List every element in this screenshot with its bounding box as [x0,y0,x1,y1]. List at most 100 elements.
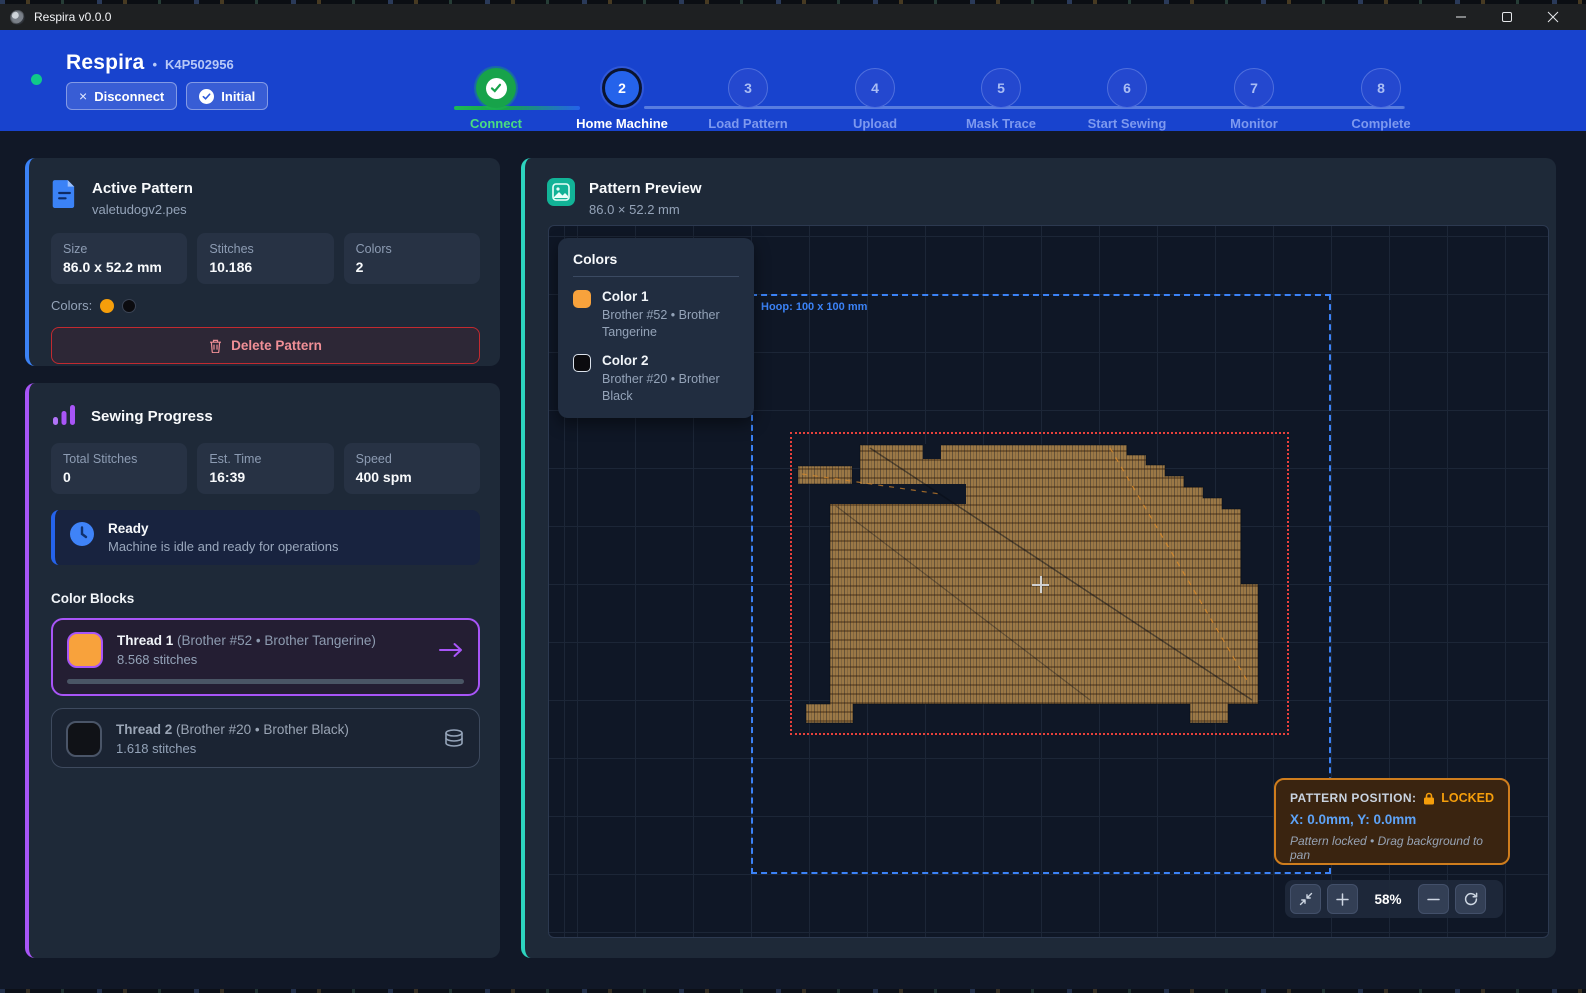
step-label: Start Sewing [1072,116,1182,131]
colors-label: Colors: [51,298,92,313]
step-circle: 5 [981,68,1021,108]
legend-entry-color-2: Color 2 Brother #20 • Brother Black [573,353,739,405]
step-load-pattern[interactable]: 3 Load Pattern [693,68,803,131]
trash-icon [209,339,222,353]
step-label: Monitor [1199,116,1309,131]
pattern-stats: Size 86.0 x 52.2 mm Stitches 10.186 Colo… [29,233,500,284]
stat-value: 86.0 x 52.2 mm [63,259,175,275]
card-title: Pattern Preview [589,178,702,197]
step-home-machine[interactable]: 2 Home Machine [567,68,677,131]
step-circle-done [476,68,516,108]
preview-canvas[interactable]: Hoop: 100 x 100 mm [548,225,1549,938]
legend-entry-color-1: Color 1 Brother #52 • Brother Tangerine [573,289,739,341]
stat-label: Size [63,242,175,256]
step-circle-active: 2 [602,68,642,108]
step-label: Connect [441,116,551,131]
window-title: Respira v0.0.0 [34,10,111,24]
card-title: Sewing Progress [91,406,213,425]
stat-value: 2 [356,259,468,275]
step-circle: 4 [855,68,895,108]
stat-label: Est. Time [209,452,321,466]
position-label: PATTERN POSITION: [1290,791,1416,805]
sewing-stats: Total Stitches 0 Est. Time 16:39 Speed 4… [29,443,500,494]
zoom-in-button[interactable] [1327,884,1358,914]
legend-title: Colors [573,251,739,277]
thread-2-block[interactable]: Thread 2 (Brother #20 • Brother Black) 1… [51,708,480,768]
step-circle: 6 [1107,68,1147,108]
title-bar: Respira v0.0.0 [0,4,1586,30]
zoom-out-button[interactable] [1418,884,1449,914]
zoom-toolbar: 58% [1285,880,1503,918]
stat-value: 10.186 [209,259,321,275]
pattern-preview-card: Pattern Preview 86.0 × 52.2 mm Hoop: 100… [521,158,1556,958]
delete-pattern-button[interactable]: Delete Pattern [51,327,480,364]
legend-color-detail: Brother #20 • Brother Black [602,371,737,405]
check-icon [486,78,507,99]
document-icon [51,178,78,208]
stat-total-stitches: Total Stitches 0 [51,443,187,494]
app-window: Respira v0.0.0 Respira • K4P502956 × Dis… [0,0,1586,993]
window-controls [1438,4,1576,30]
thread-name: Thread 2 [116,722,172,737]
stat-label: Stitches [209,242,321,256]
sewing-progress-card: Sewing Progress Total Stitches 0 Est. Ti… [25,383,500,958]
step-complete[interactable]: 8 Complete [1326,68,1436,131]
close-icon[interactable] [1530,4,1576,30]
legend-swatch-orange [573,290,591,308]
lock-icon [1423,792,1435,805]
thread-2-swatch [66,721,102,757]
thread-1-block[interactable]: Thread 1 (Brother #52 • Brother Tangerin… [51,618,480,696]
step-label: Load Pattern [693,116,803,131]
thread-stitches: 1.618 stitches [116,741,349,756]
arrow-right-icon [438,642,464,658]
step-label: Home Machine [567,116,677,131]
colors-legend: Colors Color 1 Brother #52 • Brother Tan… [558,238,754,418]
pattern-dimensions: 86.0 × 52.2 mm [589,202,702,217]
step-connect[interactable]: Connect [441,68,551,131]
app-icon [10,10,25,25]
thread-name: Thread 1 [117,633,173,648]
stat-value: 16:39 [209,469,321,485]
stat-value: 400 spm [356,469,468,485]
pattern-filename: valetudogv2.pes [92,202,193,217]
stat-value: 0 [63,469,175,485]
thread-detail: (Brother #20 • Brother Black) [176,722,349,737]
step-label: Complete [1326,116,1436,131]
pattern-top-notch [923,444,941,459]
step-circle: 8 [1361,68,1401,108]
stat-stitches: Stitches 10.186 [197,233,333,284]
active-pattern-card: Active Pattern valetudogv2.pes Size 86.0… [25,158,500,366]
fit-view-icon[interactable] [1290,884,1321,914]
maximize-icon[interactable] [1484,4,1530,30]
stack-icon [443,728,465,750]
step-circle: 3 [728,68,768,108]
bar-chart-icon [51,403,77,427]
background-window-sliver-bottom [0,989,1586,993]
legend-swatch-black [573,354,591,372]
zoom-level: 58% [1364,892,1412,907]
color-blocks-title: Color Blocks [29,591,500,606]
pattern-position-box: PATTERN POSITION: LOCKED X: 0.0mm, Y: 0.… [1274,778,1510,865]
thread-detail: (Brother #52 • Brother Tangerine) [177,633,376,648]
reset-view-icon[interactable] [1455,884,1486,914]
step-mask-trace[interactable]: 5 Mask Trace [946,68,1056,131]
locked-badge: LOCKED [1441,791,1494,805]
stat-label: Speed [356,452,468,466]
step-start-sewing[interactable]: 6 Start Sewing [1072,68,1182,131]
stat-label: Total Stitches [63,452,175,466]
legend-color-detail: Brother #52 • Brother Tangerine [602,307,737,341]
color-swatch-black [122,299,136,313]
step-monitor[interactable]: 7 Monitor [1199,68,1309,131]
step-label: Mask Trace [946,116,1056,131]
stat-speed: Speed 400 spm [344,443,480,494]
status-title: Ready [108,521,339,536]
image-icon [547,178,575,206]
position-coordinates: X: 0.0mm, Y: 0.0mm [1290,812,1494,827]
stat-est-time: Est. Time 16:39 [197,443,333,494]
step-upload[interactable]: 4 Upload [820,68,930,131]
minimize-icon[interactable] [1438,4,1484,30]
clock-icon [69,521,95,547]
legend-color-name: Color 1 [602,289,737,304]
pattern-colors-row: Colors: [29,298,500,313]
position-hint: Pattern locked • Drag background to pan [1290,834,1494,862]
